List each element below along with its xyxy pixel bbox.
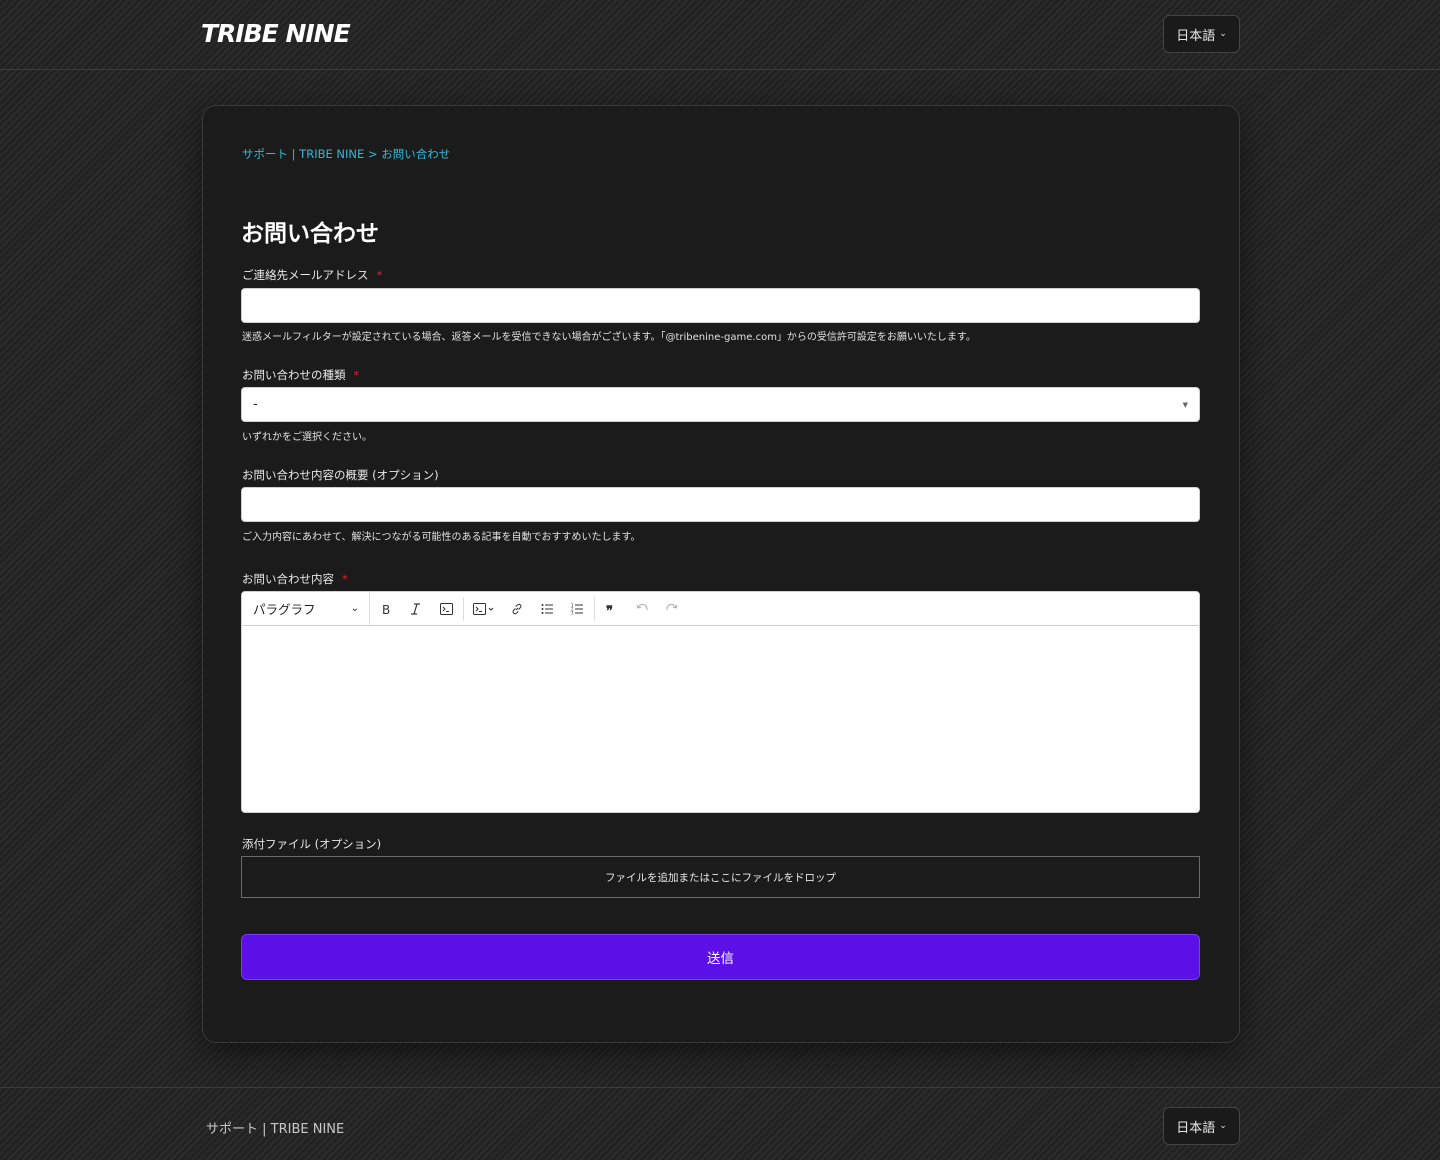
description-label: お問い合わせ内容 * <box>242 571 348 587</box>
quote-icon: ❞ <box>606 604 613 615</box>
bullet-list-icon <box>541 603 553 614</box>
footer-home-link[interactable]: サポート | TRIBE NINE <box>206 1118 344 1137</box>
italic-button[interactable] <box>401 592 431 626</box>
page-title: お問い合わせ <box>241 221 379 247</box>
email-hint: 迷惑メールフィルターが設定されている場合、返答メールを受信できない場合がございま… <box>242 332 976 343</box>
submit-button[interactable]: 送信 <box>241 934 1200 980</box>
breadcrumb-home-link[interactable]: サポート | TRIBE NINE <box>242 147 364 161</box>
breadcrumb: サポート | TRIBE NINE > お問い合わせ <box>242 146 450 162</box>
inquiry-type-select[interactable]: - ▼ <box>241 387 1200 422</box>
undo-icon <box>636 603 648 610</box>
subject-label: お問い合わせ内容の概要 (オプション) <box>242 468 439 482</box>
required-marker: * <box>353 368 360 382</box>
code-block-icon <box>473 602 494 615</box>
chevron-down-icon: ⌄ <box>1219 1121 1227 1131</box>
caret-down-icon: ▼ <box>1182 400 1188 409</box>
email-label-text: ご連絡先メールアドレス <box>242 268 369 282</box>
inquiry-type-value: - <box>253 397 258 412</box>
inquiry-type-label-text: お問い合わせの種類 <box>242 368 346 382</box>
breadcrumb-separator: > <box>367 147 378 161</box>
description-label-text: お問い合わせ内容 <box>242 572 334 586</box>
site-header: TRIBE NINE 日本語 ⌄ <box>0 0 1440 70</box>
file-dropzone[interactable]: ファイルを追加またはここにファイルをドロップ <box>241 856 1200 898</box>
email-label: ご連絡先メールアドレス * <box>242 267 382 283</box>
subject-field[interactable] <box>241 487 1200 522</box>
svg-text:❞: ❞ <box>606 604 613 615</box>
chevron-down-icon: ⌄ <box>1219 29 1227 39</box>
numbered-list-button[interactable]: 123 <box>562 592 592 626</box>
footer-language-selector[interactable]: 日本語 ⌄ <box>1163 1107 1240 1145</box>
chevron-down-icon: ⌄ <box>350 603 359 614</box>
inquiry-type-label: お問い合わせの種類 * <box>242 367 359 383</box>
paragraph-style-dropdown[interactable]: パラグラフ ⌄ <box>242 591 370 626</box>
link-button[interactable] <box>502 592 532 626</box>
attachments-label: 添付ファイル (オプション) <box>242 837 382 851</box>
language-label: 日本語 <box>1176 1120 1216 1136</box>
italic-icon <box>411 602 420 615</box>
blockquote-button[interactable]: ❞ <box>597 592 627 626</box>
code-block-button[interactable] <box>466 592 502 626</box>
toolbar-divider <box>463 596 464 621</box>
required-marker: * <box>342 572 348 586</box>
numbered-list-icon: 123 <box>571 603 583 615</box>
language-label: 日本語 <box>1176 28 1216 44</box>
paragraph-style-label: パラグラフ <box>253 602 316 617</box>
svg-text:B: B <box>382 603 390 615</box>
language-selector[interactable]: 日本語 ⌄ <box>1163 15 1240 53</box>
toolbar-divider <box>594 596 595 621</box>
bold-button[interactable]: B <box>371 592 401 626</box>
editor-toolbar: パラグラフ ⌄ B 123 ❞ <box>242 591 1199 626</box>
description-textarea[interactable] <box>242 626 1199 812</box>
breadcrumb-current-link[interactable]: お問い合わせ <box>381 147 450 161</box>
redo-icon <box>666 603 678 610</box>
contact-form-card: サポート | TRIBE NINE > お問い合わせ お問い合わせ ご連絡先メー… <box>202 105 1240 1043</box>
inquiry-type-hint: いずれかをご選択ください。 <box>242 432 372 443</box>
link-icon <box>512 603 522 614</box>
bulleted-list-button[interactable] <box>532 592 562 626</box>
code-icon <box>439 602 453 615</box>
logo[interactable]: TRIBE NINE <box>201 19 351 48</box>
bold-icon: B <box>382 603 390 615</box>
subject-hint: ご入力内容にあわせて、解決につながる可能性のある記事を自動でおすすめいたします。 <box>242 532 641 543</box>
redo-button[interactable] <box>657 592 687 626</box>
inline-code-button[interactable] <box>431 592 461 626</box>
required-marker: * <box>376 268 383 282</box>
svg-text:3: 3 <box>571 610 574 615</box>
rich-text-editor: パラグラフ ⌄ B 123 ❞ <box>241 591 1200 813</box>
email-field[interactable] <box>241 288 1200 323</box>
site-footer: サポート | TRIBE NINE 日本語 ⌄ <box>0 1087 1440 1160</box>
undo-button[interactable] <box>627 592 657 626</box>
